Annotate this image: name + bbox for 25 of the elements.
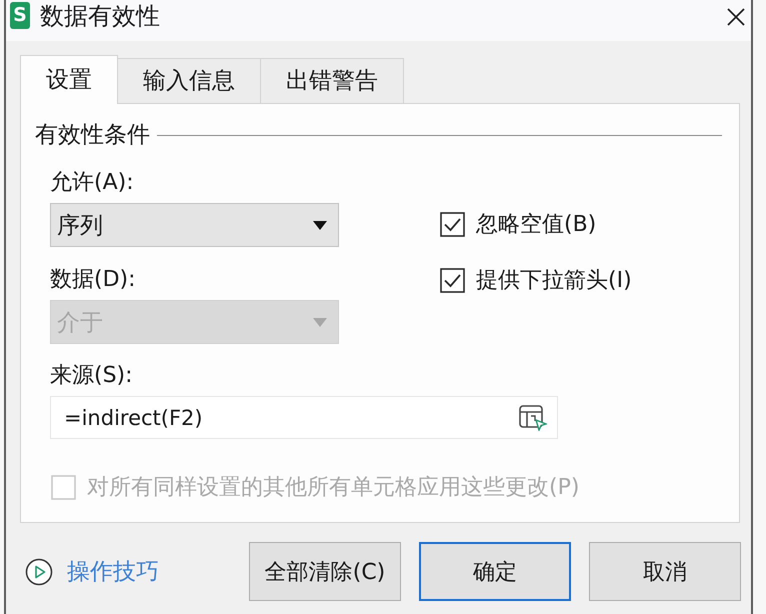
field-label: 数据(D): xyxy=(50,268,136,292)
tab[interactable]: 出错警告 xyxy=(260,58,404,103)
checkbox[interactable] xyxy=(440,212,465,237)
checkbox[interactable] xyxy=(440,268,465,293)
group-title: 有效性条件 xyxy=(35,122,150,148)
tips-link[interactable]: 操作技巧 xyxy=(67,556,159,587)
checkbox-label: 提供下拉箭头(I) xyxy=(476,268,632,293)
app-logo: S xyxy=(10,2,30,29)
tab[interactable]: 输入信息 xyxy=(117,58,261,103)
dialog-button[interactable]: 取消 xyxy=(589,542,741,601)
window-title: 数据有效性 xyxy=(40,2,160,30)
close-icon[interactable] xyxy=(727,8,745,26)
play-circle-icon[interactable] xyxy=(25,558,53,586)
checkbox-label: 忽略空值(B) xyxy=(476,212,596,237)
dialog-button[interactable]: 确定 xyxy=(419,542,571,601)
field-label: 允许(A): xyxy=(50,171,134,195)
source-field[interactable]: =indirect(F2) xyxy=(50,396,558,439)
dropdown[interactable]: 序列 xyxy=(50,203,339,247)
range-select-icon[interactable] xyxy=(519,404,547,430)
caret-icon xyxy=(313,318,327,326)
caret-icon xyxy=(313,220,327,230)
dialog-button[interactable]: 全部清除(C) xyxy=(249,542,401,601)
tab[interactable]: 设置 xyxy=(20,55,118,104)
checkbox-label: 对所有同样设置的其他所有单元格应用这些更改(P) xyxy=(87,475,580,500)
field-label: 来源(S): xyxy=(50,364,133,388)
